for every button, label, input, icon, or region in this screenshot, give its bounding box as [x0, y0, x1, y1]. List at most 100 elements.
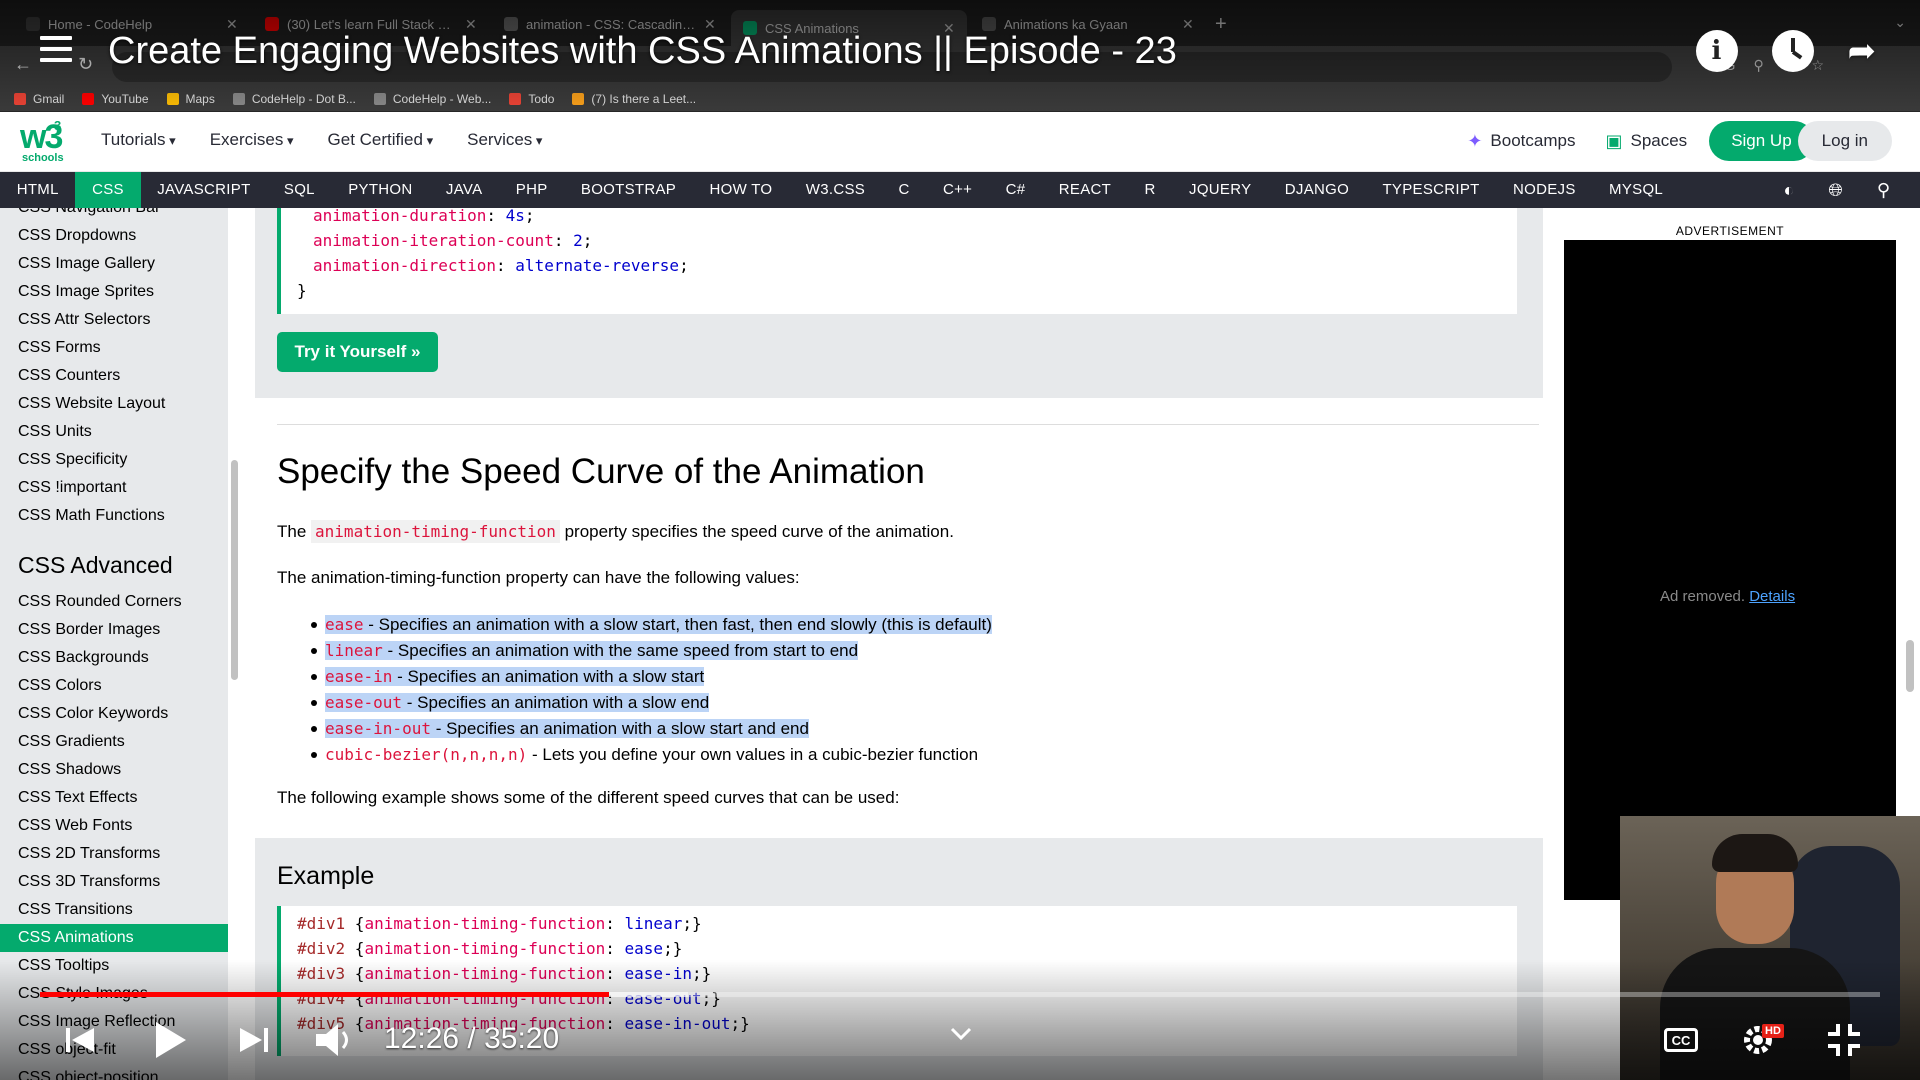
sidebar-item[interactable]: CSS Backgrounds — [0, 644, 228, 672]
sidebar-item[interactable]: CSS Rounded Corners — [0, 588, 228, 616]
topic-mysql[interactable]: MYSQL — [1592, 172, 1679, 208]
topic-django[interactable]: DJANGO — [1268, 172, 1366, 208]
sidebar-item[interactable]: CSS Dropdowns — [0, 222, 228, 250]
sidebar-item[interactable]: CSS Counters — [0, 362, 228, 390]
sidebar-item[interactable]: CSS Forms — [0, 334, 228, 362]
sidebar-item[interactable]: CSS Border Images — [0, 616, 228, 644]
sidebar-item[interactable]: CSS Navigation Bar — [0, 208, 228, 222]
topic-nodejs[interactable]: NODEJS — [1496, 172, 1592, 208]
contrast-icon[interactable]: ◐ — [1784, 180, 1795, 201]
code-colon: : — [553, 231, 574, 250]
exit-fullscreen-icon[interactable] — [1826, 1022, 1862, 1058]
ad-details-link[interactable]: Details — [1749, 588, 1795, 605]
sidebar-item[interactable]: CSS Image Gallery — [0, 250, 228, 278]
sidebar-item[interactable]: CSS Animations — [0, 924, 228, 952]
previous-icon[interactable] — [64, 1025, 96, 1055]
css-value: alternate-reverse — [515, 256, 680, 275]
sparkle-icon: ✦ — [1467, 130, 1483, 151]
bookmark-item[interactable]: Gmail — [14, 92, 64, 106]
sidebar-item[interactable]: CSS Image Sprites — [0, 278, 228, 306]
menu-exercises[interactable]: Exercises — [210, 130, 294, 150]
globe-icon[interactable]: 🌐︎ — [1828, 180, 1842, 201]
bootcamps-link[interactable]: ✦ Bootcamps — [1459, 131, 1583, 152]
captions-icon[interactable]: CC — [1664, 1028, 1698, 1052]
topic-jquery[interactable]: JQUERY — [1172, 172, 1268, 208]
info-icon[interactable]: i — [1695, 30, 1738, 72]
topic-python[interactable]: PYTHON — [332, 172, 430, 208]
back-icon[interactable]: ← — [14, 54, 32, 75]
sidebar-item[interactable]: CSS Attr Selectors — [0, 306, 228, 334]
bookmark-favicon-icon — [166, 92, 179, 105]
playlist-menu-icon[interactable] — [40, 36, 72, 62]
topic-react[interactable]: REACT — [1042, 172, 1128, 208]
try-it-yourself-button[interactable]: Try it Yourself » — [277, 332, 438, 372]
video-time: 12:26 / 35:20 — [384, 1022, 560, 1055]
sidebar-item[interactable]: CSS Colors — [0, 672, 228, 700]
topic-r[interactable]: R — [1128, 172, 1173, 208]
sidebar-item[interactable]: CSS Transitions — [0, 896, 228, 924]
tab-search-chevron-icon[interactable]: ⌄ — [1894, 14, 1906, 31]
topic-c-[interactable]: C# — [989, 172, 1042, 208]
bookmark-item[interactable]: (7) Is there a Leet... — [572, 92, 696, 106]
w3schools-logo[interactable]: w3 3 schools — [20, 118, 66, 166]
bookmark-item[interactable]: CodeHelp - Dot B... — [232, 92, 356, 106]
css-property: animation-iteration-count — [313, 231, 554, 250]
spaces-link[interactable]: ▣ Spaces — [1597, 131, 1695, 152]
hd-badge: HD — [1762, 1024, 1784, 1038]
css-property: animation-timing-function — [364, 914, 606, 933]
topic-php[interactable]: PHP — [499, 172, 564, 208]
search-icon[interactable]: ⚲ — [1877, 180, 1890, 201]
new-tab-icon[interactable]: + — [1215, 13, 1227, 36]
code-brace-open: { — [345, 939, 365, 958]
sidebar-item[interactable]: CSS Specificity — [0, 446, 228, 474]
sidebar-item[interactable]: CSS 2D Transforms — [0, 840, 228, 868]
sidebar-item[interactable]: CSS Shadows — [0, 756, 228, 784]
share-arrow-icon[interactable]: ➦ — [1848, 31, 1877, 71]
topic-how-to[interactable]: HOW TO — [693, 172, 789, 208]
w3-main-menu: Tutorials Exercises Get Certified Servic… — [101, 130, 542, 150]
bookmark-item[interactable]: Todo — [509, 92, 554, 106]
play-icon[interactable] — [152, 1020, 188, 1060]
sidebar-item[interactable]: CSS Color Keywords — [0, 700, 228, 728]
bookmark-item[interactable]: YouTube — [82, 92, 149, 106]
tab-close-icon[interactable]: ✕ — [1182, 16, 1194, 33]
topic-java[interactable]: JAVA — [429, 172, 499, 208]
reload-icon[interactable]: ↻ — [78, 54, 93, 75]
topic-bootstrap[interactable]: BOOTSTRAP — [564, 172, 693, 208]
login-button[interactable]: Log in — [1797, 121, 1892, 161]
sidebar-item[interactable]: CSS Text Effects — [0, 784, 228, 812]
tab-favicon-icon — [982, 17, 996, 31]
bookmark-label: Todo — [528, 91, 555, 106]
topic-c-[interactable]: C++ — [926, 172, 989, 208]
sidebar-item[interactable]: CSS Units — [0, 418, 228, 446]
video-title[interactable]: Create Engaging Websites with CSS Animat… — [108, 30, 1177, 73]
menu-tutorials[interactable]: Tutorials — [101, 130, 176, 150]
topic-javascript[interactable]: JAVASCRIPT — [141, 172, 268, 208]
bookmark-item[interactable]: Maps — [166, 92, 215, 106]
menu-get-certified[interactable]: Get Certified — [328, 130, 434, 150]
sidebar-item[interactable]: CSS Gradients — [0, 728, 228, 756]
chevron-down-icon[interactable] — [950, 1026, 972, 1042]
menu-services[interactable]: Services — [467, 130, 542, 150]
video-progress-bar[interactable] — [40, 992, 1880, 997]
watch-later-icon[interactable] — [1771, 30, 1814, 72]
sidebar-item[interactable]: CSS Web Fonts — [0, 812, 228, 840]
advertisement-box — [1564, 240, 1896, 900]
topic-c[interactable]: C — [882, 172, 927, 208]
page-scrollbar[interactable] — [1906, 640, 1914, 692]
sidebar-item[interactable]: CSS !important — [0, 474, 228, 502]
sidebar-item[interactable]: CSS 3D Transforms — [0, 868, 228, 896]
sidebar-scrollbar[interactable] — [231, 460, 238, 680]
topic-css[interactable]: CSS — [75, 172, 141, 208]
topic-w3-css[interactable]: W3.CSS — [789, 172, 882, 208]
bookmark-item[interactable]: CodeHelp - Web... — [373, 92, 491, 106]
next-icon[interactable] — [238, 1025, 270, 1055]
sidebar-item[interactable]: CSS Website Layout — [0, 390, 228, 418]
sidebar-item[interactable]: CSS Math Functions — [0, 502, 228, 530]
topic-sql[interactable]: SQL — [267, 172, 331, 208]
topic-html[interactable]: HTML — [0, 172, 75, 208]
volume-icon[interactable] — [314, 1022, 358, 1058]
topic-typescript[interactable]: TYPESCRIPT — [1366, 172, 1497, 208]
tab-favicon-icon — [265, 17, 279, 31]
spaces-icon: ▣ — [1605, 130, 1623, 151]
